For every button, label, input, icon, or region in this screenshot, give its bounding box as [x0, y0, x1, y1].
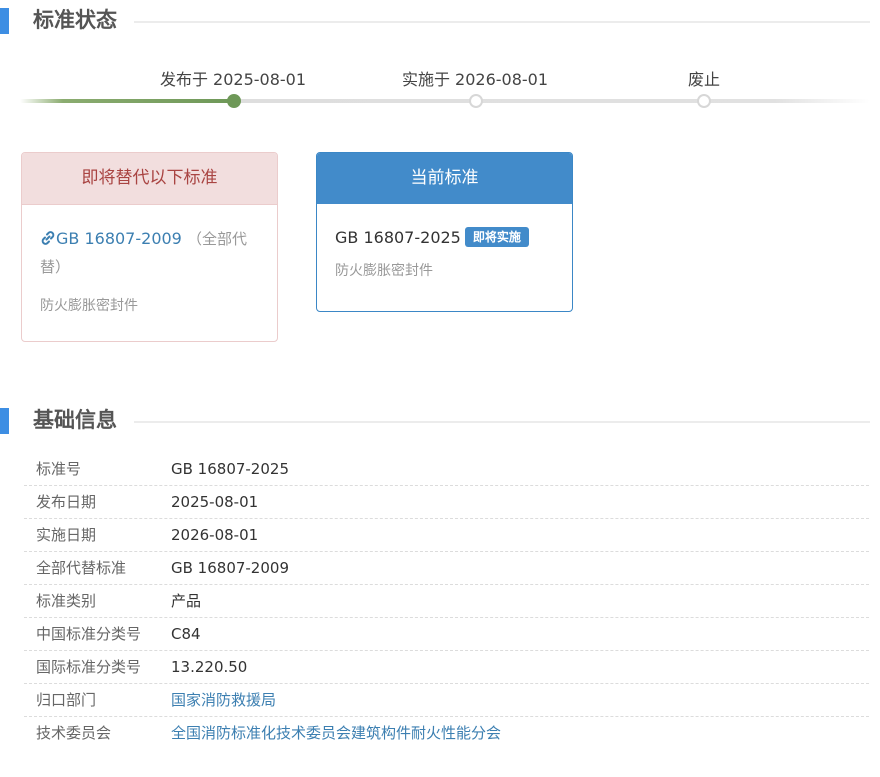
replace-card-header: 即将替代以下标准	[22, 153, 277, 205]
status-section-header: 标准状态	[0, 4, 870, 36]
replaced-standard-desc: 防火膨胀密封件	[40, 298, 138, 314]
replaced-standard-link[interactable]: GB 16807-2009	[40, 229, 187, 248]
replace-standard-card: 即将替代以下标准 GB 16807-2009 （全部代替） 防火膨胀密封件	[21, 152, 278, 342]
info-value: 13.220.50	[171, 658, 248, 676]
section-divider	[134, 421, 870, 423]
info-label: 实施日期	[36, 526, 97, 544]
info-label: 发布日期	[36, 493, 97, 511]
info-row-implement-date: 实施日期 2026-08-01	[24, 519, 869, 552]
info-row-standard-no: 标准号 GB 16807-2025	[24, 453, 869, 486]
link-chain-icon	[40, 225, 56, 253]
status-timeline: 发布于 2025-08-01 实施于 2026-08-01 废止	[20, 60, 870, 120]
replaced-standard-code: GB 16807-2009	[56, 229, 182, 248]
current-standard-desc: 防火膨胀密封件	[335, 263, 433, 279]
section-accent-bar	[0, 408, 9, 434]
section-divider	[134, 21, 870, 23]
info-label: 归口部门	[36, 691, 97, 709]
section-accent-bar	[0, 8, 9, 34]
timeline-progress-pending	[235, 99, 870, 103]
timeline-progress-done	[20, 99, 235, 103]
info-row-publish-date: 发布日期 2025-08-01	[24, 486, 869, 519]
info-value: 产品	[171, 592, 202, 610]
info-value: 2026-08-01	[171, 526, 259, 544]
info-row-committee: 技术委员会 全国消防标准化技术委员会建筑构件耐火性能分会	[24, 717, 869, 777]
info-label: 中国标准分类号	[36, 625, 142, 643]
timeline-dot-implemented	[469, 94, 483, 108]
info-value: GB 16807-2025	[171, 460, 289, 478]
replaced-standard-line: GB 16807-2009 （全部代替）	[40, 225, 259, 281]
timeline-dot-abolished	[697, 94, 711, 108]
info-label: 标准号	[36, 460, 82, 478]
current-standard-line: GB 16807-2025 即将实施	[335, 224, 554, 252]
timeline-label-published: 发布于 2025-08-01	[159, 70, 307, 89]
current-standard-code: GB 16807-2025	[335, 228, 461, 247]
committee-link[interactable]: 全国消防标准化技术委员会建筑构件耐火性能分会	[171, 717, 521, 750]
info-label: 全部代替标准	[36, 559, 127, 577]
info-row-replaces: 全部代替标准 GB 16807-2009	[24, 552, 869, 585]
info-row-department: 归口部门 国家消防救援局	[24, 684, 869, 717]
info-value: 2025-08-01	[171, 493, 259, 511]
section-title: 基础信息	[33, 408, 117, 432]
info-row-category: 标准类别 产品	[24, 585, 869, 618]
info-value: GB 16807-2009	[171, 559, 289, 577]
section-title: 标准状态	[33, 8, 117, 32]
info-row-ics: 国际标准分类号 13.220.50	[24, 651, 869, 684]
timeline-label-abolished: 废止	[687, 70, 721, 89]
info-label: 国际标准分类号	[36, 658, 142, 676]
status-badge: 即将实施	[464, 227, 529, 247]
timeline-label-implemented: 实施于 2026-08-01	[401, 70, 549, 89]
info-label: 标准类别	[36, 592, 97, 610]
info-value: C84	[171, 625, 201, 643]
timeline-dot-published	[227, 94, 241, 108]
current-standard-card: 当前标准 GB 16807-2025 即将实施 防火膨胀密封件	[316, 152, 573, 312]
info-section-header: 基础信息	[0, 404, 870, 436]
current-card-header: 当前标准	[317, 153, 572, 204]
info-row-ccs: 中国标准分类号 C84	[24, 618, 869, 651]
info-label: 技术委员会	[36, 724, 112, 742]
info-table: 标准号 GB 16807-2025 发布日期 2025-08-01 实施日期 2…	[24, 453, 869, 777]
department-link[interactable]: 国家消防救援局	[171, 684, 276, 716]
